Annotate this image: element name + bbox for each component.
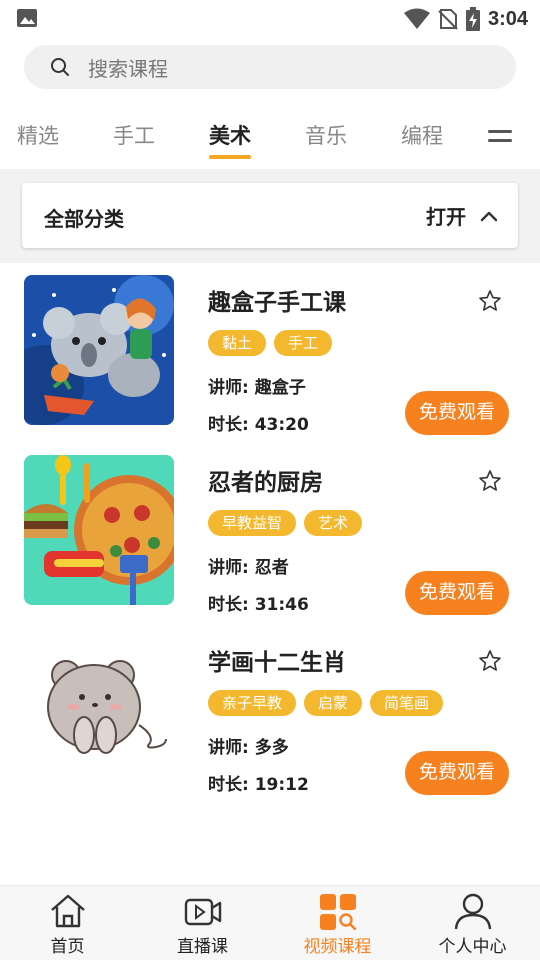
course-tag: 启蒙 [304, 690, 363, 716]
course-thumbnail[interactable] [24, 275, 174, 425]
course-item[interactable]: 趣盒子手工课 黏土 手工 讲师: 趣盒子 时长: 43:20 免费观看 [0, 275, 540, 455]
free-watch-button[interactable]: 免费观看 [405, 751, 509, 795]
category-title: 全部分类 [44, 207, 124, 231]
chevron-up-icon [480, 211, 498, 221]
category-filter[interactable]: 全部分类 打开 [22, 183, 518, 248]
course-duration: 时长: 19:12 [208, 775, 309, 795]
free-watch-button[interactable]: 免费观看 [405, 391, 509, 435]
tab-yinyue[interactable]: 音乐 [305, 120, 347, 150]
search-input[interactable]: 搜索课程 [24, 45, 516, 89]
menu-icon[interactable] [488, 130, 512, 144]
nav-home[interactable]: 首页 [0, 886, 135, 960]
course-tag: 早教益智 [208, 510, 297, 536]
course-tag: 艺术 [304, 510, 363, 536]
search-icon [51, 58, 69, 76]
nav-profile[interactable]: 个人中心 [405, 886, 540, 960]
course-tag: 黏土 [208, 330, 267, 356]
course-tag: 手工 [274, 330, 333, 356]
video-camera-icon [184, 898, 221, 926]
category-toggle[interactable]: 打开 [426, 201, 498, 230]
course-teacher: 讲师: 多多 [208, 738, 289, 758]
tab-biancheng[interactable]: 编程 [401, 120, 443, 150]
home-icon [50, 894, 85, 928]
course-item[interactable]: 忍者的厨房 早教益智 艺术 讲师: 忍者 时长: 31:46 免费观看 [0, 455, 540, 635]
tab-jingxuan[interactable]: 精选 [17, 120, 59, 150]
category-tabs: 精选 手工 美术 音乐 编程 [0, 112, 540, 160]
course-thumbnail[interactable] [24, 635, 174, 785]
course-title: 学画十二生肖 [208, 650, 346, 676]
user-icon [454, 893, 491, 930]
nav-label: 视频课程 [303, 937, 372, 957]
course-tag: 简笔画 [370, 690, 444, 716]
tab-shougong[interactable]: 手工 [113, 120, 155, 150]
course-tags: 黏土 手工 [208, 330, 333, 356]
free-watch-button[interactable]: 免费观看 [405, 571, 509, 615]
course-duration: 时长: 43:20 [208, 415, 309, 435]
wifi-icon [403, 8, 430, 29]
star-icon[interactable] [478, 469, 502, 493]
status-time: 3:04 [487, 7, 528, 30]
image-icon [17, 9, 37, 27]
course-thumbnail[interactable] [24, 455, 174, 605]
nav-video-course[interactable]: 视频课程 [270, 886, 405, 960]
course-teacher: 讲师: 忍者 [208, 558, 289, 578]
course-title: 忍者的厨房 [208, 470, 323, 496]
course-tag: 亲子早教 [208, 690, 297, 716]
no-sim-icon [438, 9, 458, 30]
category-toggle-label: 打开 [426, 205, 466, 229]
nav-label: 个人中心 [438, 937, 507, 957]
battery-charging-icon [465, 7, 480, 31]
tab-meishu[interactable]: 美术 [209, 120, 251, 150]
status-bar: 3:04 [0, 0, 540, 38]
course-title: 趣盒子手工课 [208, 290, 346, 316]
nav-label: 直播课 [177, 937, 228, 957]
search-placeholder: 搜索课程 [88, 56, 168, 81]
bottom-nav: 首页 直播课 视频课程 个人中心 [0, 885, 540, 960]
course-tags: 亲子早教 启蒙 简笔画 [208, 690, 444, 716]
star-icon[interactable] [478, 289, 502, 313]
course-item[interactable]: 学画十二生肖 亲子早教 启蒙 简笔画 讲师: 多多 时长: 19:12 免费观看 [0, 635, 540, 815]
video-course-icon [319, 894, 356, 930]
course-tags: 早教益智 艺术 [208, 510, 363, 536]
star-icon[interactable] [478, 649, 502, 673]
nav-label: 首页 [50, 937, 85, 957]
course-teacher: 讲师: 趣盒子 [208, 378, 306, 398]
nav-live-course[interactable]: 直播课 [135, 886, 270, 960]
course-duration: 时长: 31:46 [208, 595, 309, 615]
